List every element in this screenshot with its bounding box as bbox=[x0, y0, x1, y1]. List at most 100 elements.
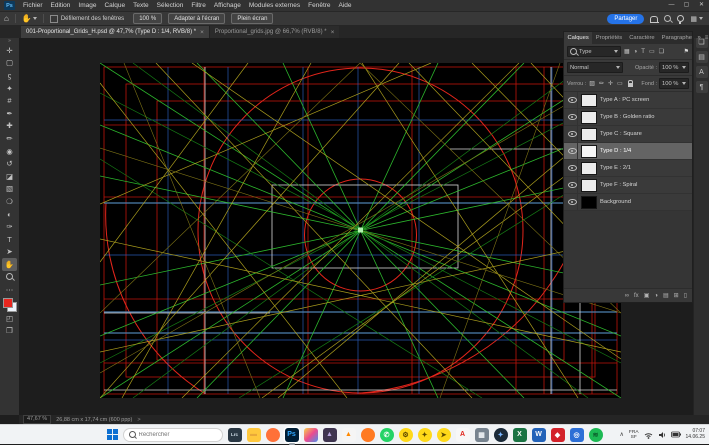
lock-transparency-icon[interactable]: ▨ bbox=[588, 80, 596, 87]
layer-thumbnail[interactable] bbox=[581, 111, 597, 124]
taskbar-app-yellow-1[interactable]: ⚙ bbox=[399, 428, 413, 442]
filter-type-icon[interactable]: T bbox=[640, 49, 646, 55]
status-chevron-icon[interactable]: > bbox=[137, 417, 140, 423]
taskbar-app-lightroom[interactable]: Lrc bbox=[228, 428, 242, 442]
workspace-switcher[interactable]: ▦ bbox=[690, 15, 703, 23]
taskbar-app-firefox[interactable] bbox=[266, 428, 280, 442]
document-canvas[interactable] bbox=[100, 63, 621, 398]
wifi-icon[interactable] bbox=[644, 431, 653, 439]
filter-smart-object-icon[interactable]: ❏ bbox=[658, 48, 665, 55]
taskbar-app-word[interactable]: W bbox=[532, 428, 546, 442]
taskbar-app-orange[interactable] bbox=[361, 428, 375, 442]
foreground-color-swatch[interactable] bbox=[3, 298, 13, 308]
layer-styles-icon[interactable]: fx bbox=[634, 293, 639, 299]
menu-filtre[interactable]: Filtre bbox=[187, 0, 209, 11]
eye-cell[interactable] bbox=[568, 92, 578, 108]
link-layers-icon[interactable]: ∞ bbox=[625, 293, 629, 299]
tab-proportional-grids-psd[interactable]: 001-Proportional_Grids_H.psd @ 47,7% (Ty… bbox=[21, 26, 209, 38]
taskbar-app-file-explorer[interactable]: ▬ bbox=[247, 428, 261, 442]
blur-tool[interactable]: ❍ bbox=[2, 195, 17, 208]
more-tools[interactable]: ⋯ bbox=[2, 283, 17, 296]
tab-proprietes[interactable]: Propriétés bbox=[592, 32, 625, 44]
quick-mask-icon[interactable]: ◰ bbox=[2, 312, 17, 325]
tray-overflow-chevron[interactable]: ∧ bbox=[620, 431, 624, 438]
menu-affichage[interactable]: Affichage bbox=[210, 0, 245, 11]
tab-close-icon[interactable]: × bbox=[331, 29, 335, 36]
battery-icon[interactable] bbox=[671, 431, 681, 438]
zoom-tool[interactable] bbox=[2, 271, 17, 284]
hand-tool[interactable]: ✋ bbox=[2, 258, 17, 271]
lock-position-icon[interactable]: ✛ bbox=[607, 80, 614, 87]
eraser-tool[interactable]: ◪ bbox=[2, 170, 17, 183]
notifications-bell-icon[interactable] bbox=[650, 16, 658, 22]
tab-proportional-grids-jpg[interactable]: Proportional_grids.jpg @ 66,7% (RVB/8) *… bbox=[209, 26, 340, 38]
taskbar-app-green-round[interactable]: ≋ bbox=[589, 428, 603, 442]
move-tool[interactable]: ✛ bbox=[2, 44, 17, 57]
screen-mode-icon[interactable]: ❐ bbox=[2, 324, 17, 337]
eye-cell[interactable] bbox=[568, 177, 578, 193]
taskbar-app-dark-round[interactable]: ✦ bbox=[494, 428, 508, 442]
new-group-icon[interactable]: ▤ bbox=[663, 292, 669, 299]
layer-row-type-d-selected[interactable]: Type D : 1/4 bbox=[564, 143, 692, 160]
zoom-100-button[interactable]: 100 % bbox=[133, 13, 162, 24]
eyedropper-tool[interactable]: ✒ bbox=[2, 107, 17, 120]
menu-calque[interactable]: Calque bbox=[100, 0, 129, 11]
marquee-tool[interactable]: ▢ bbox=[2, 57, 17, 70]
search-input[interactable] bbox=[139, 432, 199, 438]
menu-texte[interactable]: Texte bbox=[129, 0, 153, 11]
fit-screen-button[interactable]: Adapter à l'écran bbox=[168, 13, 225, 24]
layer-thumbnail[interactable] bbox=[581, 162, 597, 175]
minimize-button[interactable]: — bbox=[664, 0, 679, 11]
menu-fichier[interactable]: Fichier bbox=[19, 0, 47, 11]
fill-select[interactable]: 100 % bbox=[659, 78, 689, 89]
layer-thumbnail[interactable] bbox=[581, 145, 597, 158]
eye-cell[interactable] bbox=[568, 109, 578, 125]
zoom-level-field[interactable]: 47,67 % bbox=[23, 415, 51, 424]
adjustment-layer-icon[interactable]: ◑ bbox=[654, 293, 658, 299]
pen-tool[interactable]: ✑ bbox=[2, 220, 17, 233]
layer-row-type-c[interactable]: Type C : Square bbox=[564, 126, 692, 143]
maximize-button[interactable]: ▢ bbox=[679, 0, 694, 11]
taskbar-app-acrobat[interactable]: A bbox=[456, 428, 470, 442]
lock-all-icon[interactable] bbox=[628, 83, 633, 87]
dock-libraries-icon[interactable]: ▤ bbox=[696, 51, 708, 63]
dodge-tool[interactable]: ◐ bbox=[2, 208, 17, 221]
tab-calques[interactable]: Calques bbox=[564, 32, 592, 44]
tab-caractere[interactable]: Caractère bbox=[626, 32, 658, 44]
taskbar-app-yellow-3[interactable]: ➤ bbox=[437, 428, 451, 442]
layer-row-type-a[interactable]: Type A : PC screen bbox=[564, 92, 692, 109]
taskbar-app-blue[interactable]: ◎ bbox=[570, 428, 584, 442]
history-brush-tool[interactable]: ↺ bbox=[2, 157, 17, 170]
healing-brush-tool[interactable]: ✚ bbox=[2, 120, 17, 133]
volume-icon[interactable] bbox=[658, 431, 666, 439]
taskbar-app-vlc[interactable]: ▲ bbox=[342, 428, 356, 442]
path-selection-tool[interactable]: ➤ bbox=[2, 246, 17, 259]
brush-tool[interactable]: ✏ bbox=[2, 132, 17, 145]
scroll-all-windows-checkbox[interactable] bbox=[50, 15, 58, 23]
taskbar-app-photoshop[interactable]: Ps bbox=[285, 428, 299, 442]
discover-bulb-icon[interactable] bbox=[677, 15, 684, 22]
lock-pixels-icon[interactable]: ✏ bbox=[598, 80, 605, 87]
new-layer-icon[interactable]: ⊞ bbox=[674, 292, 679, 299]
taskbar-app-yellow-2[interactable]: ✦ bbox=[418, 428, 432, 442]
filter-adjustment-icon[interactable]: ◑ bbox=[633, 49, 639, 55]
filter-shape-icon[interactable]: ▭ bbox=[648, 48, 656, 55]
close-button[interactable]: ✕ bbox=[694, 0, 709, 11]
menu-edition[interactable]: Edition bbox=[47, 0, 75, 11]
lock-artboard-icon[interactable]: ▭ bbox=[616, 80, 624, 87]
taskbar-app-red[interactable]: ◆ bbox=[551, 428, 565, 442]
type-tool[interactable]: T bbox=[2, 233, 17, 246]
taskbar-search[interactable] bbox=[123, 428, 223, 442]
hand-tool-preset-icon[interactable]: ✋ bbox=[18, 14, 41, 23]
layer-row-type-b[interactable]: Type B : Golden ratio bbox=[564, 109, 692, 126]
filter-pin-icon[interactable]: ⚑ bbox=[684, 48, 689, 55]
eye-cell[interactable] bbox=[568, 160, 578, 176]
taskbar-app-calculator[interactable]: ▦ bbox=[475, 428, 489, 442]
lasso-tool[interactable]: ϛ bbox=[2, 69, 17, 82]
layer-thumbnail[interactable] bbox=[581, 179, 597, 192]
clone-stamp-tool[interactable]: ◉ bbox=[2, 145, 17, 158]
delete-layer-icon[interactable]: ▯ bbox=[684, 292, 687, 299]
layer-thumbnail[interactable] bbox=[581, 128, 597, 141]
menu-modules-externes[interactable]: Modules externes bbox=[245, 0, 304, 11]
layer-thumbnail[interactable] bbox=[581, 94, 597, 107]
